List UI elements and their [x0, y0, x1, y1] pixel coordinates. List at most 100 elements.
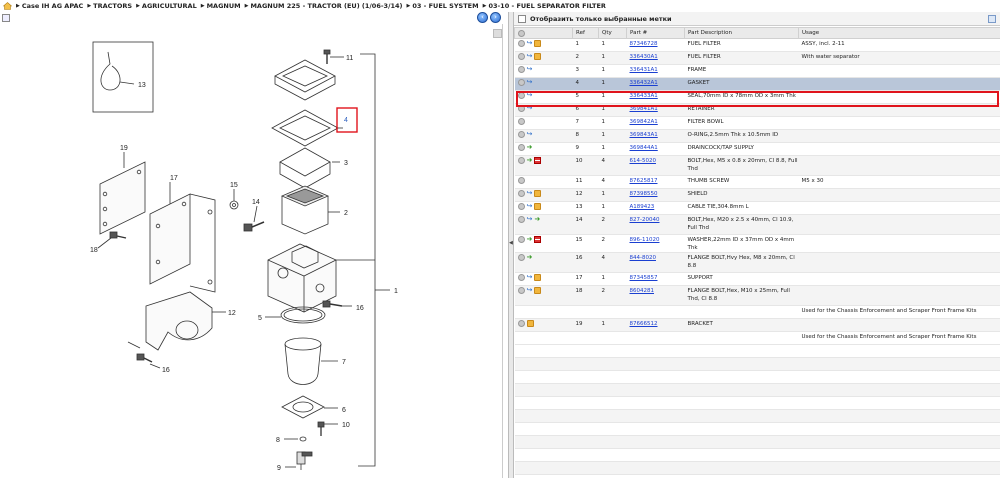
box-icon[interactable] — [534, 190, 542, 197]
replacement-arrow-icon[interactable]: ➜ — [527, 236, 533, 243]
callout-label[interactable]: 9 — [277, 465, 281, 472]
add-to-cart-icon[interactable] — [517, 118, 525, 125]
callout-label[interactable]: 19 — [120, 145, 128, 152]
add-to-cart-icon[interactable] — [517, 157, 525, 164]
header-part-number[interactable]: Part # — [626, 27, 685, 39]
callout-label[interactable]: 14 — [252, 199, 260, 206]
callout-label[interactable]: 2 — [344, 210, 348, 217]
part-number-link[interactable]: 844-8020 — [630, 255, 656, 261]
kit-icon[interactable] — [534, 236, 542, 243]
part-number-link[interactable]: 8604281 — [630, 288, 655, 294]
box-icon[interactable] — [534, 287, 542, 294]
table-row[interactable]: ➜ 9 1 369844A1 DRAINCOCK/TAP SUPPLY — [514, 142, 1000, 156]
callout-label[interactable]: 17 — [170, 175, 178, 182]
header-qty[interactable]: Qty — [598, 27, 627, 39]
link-arrow-icon[interactable]: ↪ — [527, 203, 533, 210]
part-number-link[interactable]: 369844A1 — [630, 145, 658, 151]
box-icon[interactable] — [526, 320, 534, 327]
link-arrow-icon[interactable]: ↪ — [527, 216, 533, 223]
part-number-link[interactable]: 87346728 — [630, 41, 658, 47]
add-to-cart-icon[interactable] — [517, 144, 525, 151]
table-row[interactable]: ↪ 13 1 A189423 CABLE TIE,304.8mm L — [514, 201, 1000, 215]
link-arrow-icon[interactable]: ↪ — [527, 79, 533, 86]
part-number-link[interactable]: 87345857 — [630, 275, 658, 281]
add-to-cart-icon[interactable] — [517, 53, 525, 60]
add-to-cart-icon[interactable] — [517, 105, 525, 112]
show-selected-only-checkbox[interactable] — [518, 14, 526, 23]
previous-page-button[interactable]: ‹ — [477, 12, 488, 23]
part-number-link[interactable]: 336432A1 — [630, 80, 658, 86]
breadcrumb-item[interactable]: 03 - FUEL SYSTEM — [412, 2, 478, 10]
part-number-link[interactable]: 336433A1 — [630, 93, 658, 99]
table-row[interactable]: ↪ ➜ 14 2 827-20040 BOLT,Hex, M20 x 2.5 x 40mm… — [514, 214, 1000, 235]
link-arrow-icon[interactable]: ↪ — [527, 40, 533, 47]
add-to-cart-icon[interactable] — [517, 320, 525, 327]
link-arrow-icon[interactable]: ↪ — [527, 92, 533, 99]
breadcrumb-item[interactable]: TRACTORS — [93, 2, 132, 10]
add-to-cart-icon[interactable] — [517, 254, 525, 261]
breadcrumb-item[interactable]: MAGNUM — [207, 2, 241, 10]
link-arrow-icon[interactable]: ↪ — [527, 53, 533, 60]
window-toggle-icon[interactable] — [988, 15, 996, 23]
table-row[interactable]: ➜ 10 4 614-5020 BOLT,Hex, M5 x 0.8 x 20mm, C… — [514, 155, 1000, 176]
part-number-link[interactable]: 336431A1 — [630, 67, 658, 73]
part-number-link[interactable]: 369841A1 — [630, 106, 658, 112]
table-row-selected[interactable]: ↪ 4 1 336432A1 GASKET — [514, 77, 1000, 91]
replacement-arrow-icon[interactable]: ➜ — [534, 216, 540, 223]
breadcrumb-item[interactable]: AGRICULTURAL — [142, 2, 197, 10]
replacement-arrow-icon[interactable]: ➜ — [527, 144, 533, 151]
table-row[interactable]: ↪ 6 1 369841A1 RETAINER — [514, 103, 1000, 117]
collapse-arrow-icon[interactable]: ◀ — [509, 240, 513, 246]
add-to-cart-icon[interactable] — [517, 287, 525, 294]
breadcrumb-item[interactable]: 03-10 - FUEL SEPARATOR FILTER — [488, 2, 605, 10]
header-ref[interactable]: Ref — [572, 27, 599, 39]
part-number-link[interactable]: 87625817 — [630, 178, 658, 184]
box-icon[interactable] — [534, 203, 542, 210]
add-to-cart-icon[interactable] — [517, 66, 525, 73]
table-row[interactable]: ↪ 1 1 87346728 FUEL FILTER ASSY, incl. 2-11 — [514, 38, 1000, 52]
part-number-link[interactable]: 87398550 — [630, 191, 658, 197]
callout-label[interactable]: 3 — [344, 160, 348, 167]
add-to-cart-icon[interactable] — [517, 131, 525, 138]
part-number-link[interactable]: 369842A1 — [630, 119, 658, 125]
callout-label[interactable]: 16 — [356, 305, 364, 312]
table-row[interactable]: ↪ 8 1 369843A1 O-RING,2.5mm Thk x 10.5mm ID — [514, 129, 1000, 143]
link-arrow-icon[interactable]: ↪ — [527, 66, 533, 73]
part-number-link[interactable]: 827-20040 — [630, 217, 660, 223]
box-icon[interactable] — [534, 274, 542, 281]
callout-label[interactable]: 12 — [228, 310, 236, 317]
part-number-link[interactable]: 614-5020 — [630, 158, 656, 164]
add-to-cart-icon[interactable] — [517, 203, 525, 210]
add-to-cart-icon[interactable] — [517, 216, 525, 223]
callout-label[interactable]: 5 — [258, 315, 262, 322]
add-to-cart-icon[interactable] — [517, 177, 525, 184]
callout-label[interactable]: 8 — [276, 437, 280, 444]
table-row[interactable]: 7 1 369842A1 FILTER BOWL — [514, 116, 1000, 130]
export-icon[interactable] — [2, 14, 10, 22]
callout-label-highlighted[interactable]: 4 — [344, 117, 348, 124]
callout-label[interactable]: 1 — [394, 288, 398, 295]
header-description[interactable]: Part Description — [684, 27, 799, 39]
breadcrumb-item[interactable]: Case IH AG APAC — [22, 2, 83, 10]
table-row[interactable]: ↪ 18 2 8604281 FLANGE BOLT,Hex, M10 x 25mm, … — [514, 285, 1000, 306]
link-arrow-icon[interactable]: ↪ — [527, 274, 533, 281]
callout-label[interactable]: 11 — [346, 55, 353, 62]
part-number-link[interactable]: 896-11020 — [630, 237, 660, 243]
callout-label[interactable]: 15 — [230, 182, 238, 189]
next-page-button[interactable]: › — [490, 12, 501, 23]
add-to-cart-icon[interactable] — [517, 274, 525, 281]
add-to-cart-icon[interactable] — [517, 40, 525, 47]
table-row[interactable]: ↪ 12 1 87398550 SHIELD — [514, 188, 1000, 202]
breadcrumb-item[interactable]: MAGNUM 225 - TRACTOR (EU) (1/06-3/14) — [250, 2, 402, 10]
box-icon[interactable] — [534, 53, 542, 60]
link-arrow-icon[interactable]: ↪ — [527, 105, 533, 112]
table-row[interactable]: ➜ 16 4 844-8020 FLANGE BOLT,Hvy Hex, M8 x 20… — [514, 252, 1000, 273]
replacement-arrow-icon[interactable]: ➜ — [527, 254, 533, 261]
part-number-link[interactable]: 336430A1 — [630, 54, 658, 60]
link-arrow-icon[interactable]: ↪ — [527, 287, 533, 294]
callout-label[interactable]: 7 — [342, 359, 346, 366]
table-row[interactable]: ↪ 17 1 87345857 SUPPORT — [514, 272, 1000, 286]
table-row[interactable]: 19 1 87666512 BRACKET — [514, 318, 1000, 332]
part-number-link[interactable]: A189423 — [630, 204, 655, 210]
callout-label[interactable]: 18 — [90, 247, 98, 254]
